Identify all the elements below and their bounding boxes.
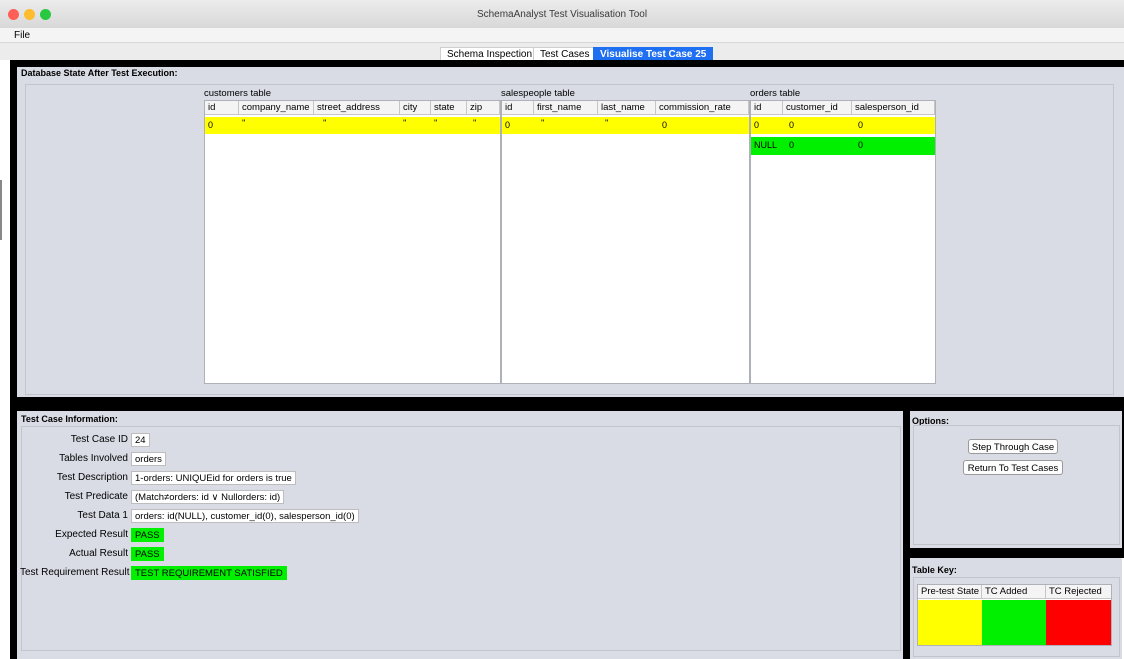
customers-header-street-address[interactable]: street_address: [314, 101, 400, 115]
table-cell: 0: [754, 120, 760, 130]
key-swatch-tc-rejected: [1046, 600, 1111, 645]
table-cell: 0: [208, 120, 214, 130]
test-case-id-label: Test Case ID: [70, 434, 128, 445]
test-predicate-label: Test Predicate: [64, 491, 128, 502]
tab-visualise-test-case[interactable]: Visualise Test Case 25: [593, 47, 714, 61]
key-swatch-tc-added: [982, 600, 1046, 645]
table-cell: 0: [789, 120, 795, 130]
orders-header-salesperson-id[interactable]: salesperson_id: [852, 101, 935, 115]
key-swatch-pre-test: [918, 600, 982, 645]
table-cell: 0: [858, 120, 864, 130]
customers-header-company-name[interactable]: company_name: [239, 101, 314, 115]
requirement-result-value: TEST REQUIREMENT SATISFIED: [131, 566, 287, 580]
tab-test-cases[interactable]: Test Cases: [533, 47, 597, 61]
actual-result-value: PASS: [131, 547, 164, 561]
test-data-value: orders: id(NULL), customer_id(0), salesp…: [131, 509, 359, 523]
table-key-grid: Pre-test State TC Added TC Rejected: [917, 584, 1112, 646]
table-cell: '': [323, 118, 327, 128]
salespeople-header-last-name[interactable]: last_name: [598, 101, 656, 115]
customers-header-city[interactable]: city: [400, 101, 431, 115]
salespeople-table-label: salespeople table: [501, 88, 575, 99]
orders-table[interactable]: id customer_id salesperson_id 0 0 0 NULL…: [750, 100, 936, 384]
table-cell: 0: [858, 140, 864, 150]
table-cell: '': [605, 118, 609, 128]
tables-involved-label: Tables Involved: [59, 453, 128, 464]
table-cell: '': [473, 118, 477, 128]
window-title: SchemaAnalyst Test Visualisation Tool: [476, 9, 648, 20]
customers-header-state[interactable]: state: [431, 101, 467, 115]
expected-result-value: PASS: [131, 528, 164, 542]
test-description-label: Test Description: [56, 472, 128, 483]
requirement-result-label: Test Requirement Result: [20, 567, 130, 578]
table-cell: 0: [505, 120, 511, 130]
orders-table-label: orders table: [750, 88, 801, 99]
expected-result-label: Expected Result: [55, 529, 128, 540]
orders-header-id[interactable]: id: [751, 101, 783, 115]
menu-bar: [0, 28, 1124, 43]
orders-header-customer-id[interactable]: customer_id: [783, 101, 852, 115]
test-description-value: 1-orders: UNIQUEid for orders is true: [131, 471, 296, 485]
key-header-tc-added: TC Added: [982, 585, 1046, 599]
table-cell: '': [403, 118, 407, 128]
test-data-label: Test Data 1: [77, 510, 128, 521]
table-cell: NULL: [754, 140, 778, 150]
db-state-title: Database State After Test Execution:: [21, 68, 178, 78]
test-predicate-value: (Match≠orders: id ∨ Nullorders: id): [131, 490, 285, 504]
salespeople-header-commission-rate[interactable]: commission_rate: [656, 101, 749, 115]
actual-result-label: Actual Result: [69, 548, 128, 559]
tab-schema-inspection[interactable]: Schema Inspection: [440, 47, 540, 61]
test-case-id-value: 24: [131, 433, 150, 447]
table-key-title: Table Key:: [912, 565, 957, 575]
salespeople-table[interactable]: id first_name last_name commission_rate …: [501, 100, 750, 384]
table-cell: 0: [789, 140, 795, 150]
table-cell: 0: [662, 120, 668, 130]
menu-file[interactable]: File: [14, 30, 30, 41]
key-header-pre-test: Pre-test State: [918, 585, 982, 599]
tables-involved-value: orders: [131, 452, 166, 466]
info-title: Test Case Information:: [21, 414, 118, 424]
customers-table-label: customers table: [204, 88, 272, 99]
key-header-tc-rejected: TC Rejected: [1046, 585, 1111, 599]
table-cell: '': [541, 118, 545, 128]
table-cell: '': [242, 118, 246, 128]
customers-header-id[interactable]: id: [205, 101, 239, 115]
edge-divider: [0, 180, 2, 240]
salespeople-header-id[interactable]: id: [502, 101, 534, 115]
return-to-test-cases-button[interactable]: Return To Test Cases: [963, 460, 1063, 475]
customers-table[interactable]: id company_name street_address city stat…: [204, 100, 501, 384]
step-through-case-button[interactable]: Step Through Case: [968, 439, 1058, 454]
salespeople-header-first-name[interactable]: first_name: [534, 101, 598, 115]
customers-header-zip[interactable]: zip: [467, 101, 500, 115]
table-cell: '': [434, 118, 438, 128]
